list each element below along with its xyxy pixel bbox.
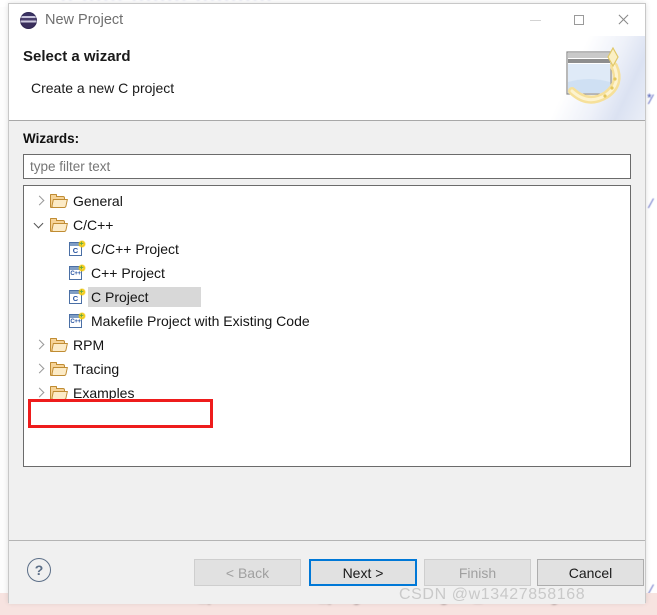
wizard-wand-window-icon <box>566 46 621 104</box>
chevron-right-icon[interactable] <box>32 361 48 377</box>
tree-item-c-c[interactable]: C/C++ <box>24 213 630 237</box>
tree-item-rpm[interactable]: RPM <box>24 333 630 357</box>
cpp-project-icon: C++ <box>68 312 86 329</box>
tree-item-c-project[interactable]: C++ C++ Project <box>24 261 630 285</box>
background-right-edge: / / / * <box>647 7 657 615</box>
new-project-dialog: New Project Select a wizard Create a new… <box>8 3 646 604</box>
folder-icon <box>50 337 68 353</box>
tree-item-label: Examples <box>73 385 135 401</box>
tree-item-makefile-project-with-existing-code[interactable]: C++ Makefile Project with Existing Code <box>24 309 630 333</box>
tree-item-tracing[interactable]: Tracing <box>24 357 630 381</box>
eclipse-logo-icon <box>20 11 37 29</box>
dialog-body: Wizards: GeneralC/C++CC/C++ ProjectC++C+… <box>9 121 645 540</box>
tree-item-c-project[interactable]: CC Project <box>24 285 630 309</box>
dialog-button-bar: ? < Back Next > Finish Cancel <box>9 540 645 604</box>
screen-root: ·· ······ ········ ··········· / / / * D… <box>0 0 657 615</box>
finish-button[interactable]: Finish <box>424 559 531 586</box>
tree-item-label: RPM <box>73 337 105 353</box>
chevron-down-icon[interactable] <box>32 217 48 233</box>
maximize-icon <box>574 15 584 25</box>
header-title: Select a wizard <box>23 48 131 65</box>
chevron-right-icon[interactable] <box>32 385 48 401</box>
minimize-button[interactable] <box>513 4 557 36</box>
tree-item-examples[interactable]: Examples <box>24 381 630 405</box>
tree-item-label: Tracing <box>73 361 120 377</box>
folder-icon <box>50 361 68 377</box>
window-controls <box>513 4 645 36</box>
dialog-titlebar[interactable]: New Project <box>9 4 645 36</box>
cancel-button[interactable]: Cancel <box>537 559 644 586</box>
tree-item-label: C++ Project <box>91 265 165 281</box>
tree-item-c-c-project[interactable]: C C/C++ Project <box>24 237 630 261</box>
folder-icon <box>50 217 68 233</box>
wizard-banner <box>548 36 645 120</box>
c-project-icon: C <box>68 240 86 257</box>
back-button[interactable]: < Back <box>194 559 301 586</box>
wizards-label: Wizards: <box>23 131 80 146</box>
tree-item-label: C Project <box>88 287 201 307</box>
tree-item-label: C/C++ <box>73 217 114 233</box>
chevron-right-icon[interactable] <box>32 193 48 209</box>
c-project-icon: C <box>68 288 86 305</box>
tree-item-label: General <box>73 193 123 209</box>
close-button[interactable] <box>601 4 645 36</box>
help-button[interactable]: ? <box>27 558 51 582</box>
maximize-button[interactable] <box>557 4 601 36</box>
minimize-icon <box>529 19 541 21</box>
tree-item-general[interactable]: General <box>24 189 630 213</box>
titlebar-left-group: New Project <box>20 4 123 36</box>
folder-icon <box>50 385 68 401</box>
wizard-tree[interactable]: General C/C++ C C/C++ Project C++ C++ Project… <box>23 185 631 467</box>
dialog-header: Select a wizard Create a new C project <box>9 36 645 121</box>
chevron-right-icon[interactable] <box>32 337 48 353</box>
next-button[interactable]: Next > <box>309 559 417 586</box>
background-edge-asterisk-icon: * <box>647 91 652 105</box>
close-icon <box>617 14 629 26</box>
tree-item-label: Makefile Project with Existing Code <box>91 313 310 329</box>
tree-item-label: C/C++ Project <box>91 241 179 257</box>
folder-icon <box>50 193 68 209</box>
dialog-title: New Project <box>45 12 124 28</box>
header-description: Create a new C project <box>31 80 175 96</box>
background-edge-mark: / <box>647 197 655 212</box>
cpp-project-icon: C++ <box>68 264 86 281</box>
filter-input[interactable] <box>23 154 631 179</box>
